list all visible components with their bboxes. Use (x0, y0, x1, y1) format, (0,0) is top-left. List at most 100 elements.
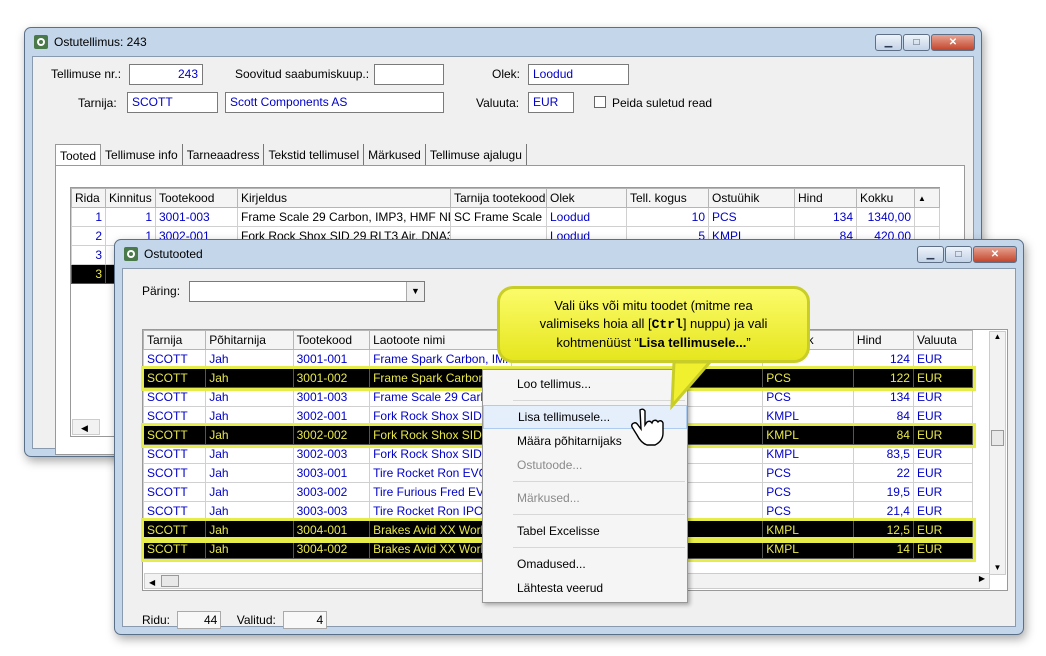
table-cell: PCS (762, 368, 854, 388)
table-cell: 3001-001 (292, 349, 371, 369)
tab-ajalugu[interactable]: Tellimuse ajalugu (426, 144, 527, 166)
instruction-callout: Vali üks või mitu toodet (mitme rea vali… (497, 286, 810, 363)
column-header[interactable]: Kirjeldus (237, 188, 451, 208)
table-cell: Frame Scale 29 Carbon, IMP3, HMF NE (237, 207, 451, 227)
table-cell: EUR (912, 482, 974, 502)
close-button[interactable]: ✕ (973, 246, 1017, 263)
column-header[interactable]: Kokku (856, 188, 915, 208)
column-header[interactable]: Tell. kogus (626, 188, 709, 208)
column-header[interactable]: Valuuta (912, 330, 974, 350)
column-header[interactable]: Tootekood (155, 188, 238, 208)
menu-excel-export[interactable]: Tabel Excelisse (483, 519, 687, 543)
table-cell: Jah (205, 520, 294, 540)
table-cell: SCOTT (142, 368, 207, 388)
table-cell: 3002-001 (292, 406, 371, 426)
maximize-button[interactable]: □ (945, 246, 972, 263)
supplier-name-field[interactable]: Scott Components AS (225, 92, 444, 113)
order-window-titlebar[interactable]: Ostutellimus: 243 ▁ □ ✕ (25, 28, 981, 56)
table-cell: KMPL (762, 425, 854, 445)
column-header[interactable]: Hind (852, 330, 914, 350)
callout-line-3a: kohtmenüüst “ (556, 335, 639, 350)
callout-pointer (670, 360, 714, 411)
hscroll-thumb[interactable] (161, 575, 179, 587)
table-cell: Jah (205, 539, 294, 559)
table-cell: 134 (794, 207, 857, 227)
column-header[interactable]: Põhitarnija (205, 330, 294, 350)
column-header[interactable]: Rida (71, 188, 106, 208)
column-header-scroll[interactable]: ▲ (914, 188, 940, 208)
app-icon (123, 246, 139, 262)
supplier-label: Tarnija: (78, 96, 117, 110)
products-window-titlebar[interactable]: Ostutooted ▁ □ ✕ (115, 240, 1023, 268)
table-cell: Loodud (546, 207, 627, 227)
column-header[interactable]: Laotoote nimi (369, 330, 513, 350)
order-lines-scroll-left[interactable]: ◀ (72, 419, 100, 435)
table-cell: EUR (912, 425, 974, 445)
table-cell: KMPL (762, 444, 854, 464)
table-cell: Jah (205, 349, 294, 369)
minimize-button[interactable]: ▁ (917, 246, 944, 263)
menu-purchase-product[interactable]: Ostutoode... (483, 453, 687, 477)
table-cell: SCOTT (142, 425, 207, 445)
column-header[interactable]: Kinnitus (105, 188, 156, 208)
products-vscroll[interactable]: ▲ ▼ (989, 331, 1006, 575)
state-field[interactable]: Loodud (528, 64, 629, 85)
tab-markused[interactable]: Märkused (364, 144, 426, 166)
order-lines-header: Rida Kinnitus Tootekood Kirjeldus Tarnija to… (71, 188, 940, 208)
table-cell: EUR (912, 520, 974, 540)
column-header[interactable]: Hind (794, 188, 857, 208)
menu-create-order[interactable]: Loo tellimus... (483, 372, 687, 396)
selected-label: Valitud: (236, 613, 276, 627)
column-header[interactable]: Tootekood (292, 330, 371, 350)
column-header[interactable]: Tarnija tootekood (450, 188, 547, 208)
table-row[interactable]: 1 1 3001-003 Frame Scale 29 Carbon, IMP3, H… (71, 207, 940, 227)
query-dropdown[interactable]: ▼ (189, 281, 425, 302)
menu-properties[interactable]: Omadused... (483, 552, 687, 576)
table-cell: Jah (205, 406, 294, 426)
currency-label: Valuuta: (476, 96, 520, 110)
order-no-field[interactable]: 243 (129, 64, 203, 85)
supplier-code-field[interactable]: SCOTT (127, 92, 218, 113)
table-cell: 3004-001 (292, 520, 371, 540)
app-icon (33, 34, 49, 50)
table-cell: 3 (71, 264, 106, 284)
arrival-date-field[interactable] (374, 64, 444, 85)
rows-label: Ridu: (142, 613, 171, 627)
table-cell: 10 (626, 207, 709, 227)
table-cell: 3001-003 (292, 387, 371, 407)
table-cell: 12,5 (852, 520, 914, 540)
table-cell: EUR (912, 539, 974, 559)
maximize-button[interactable]: □ (903, 34, 930, 51)
minimize-button[interactable]: ▁ (875, 34, 902, 51)
tab-tekstid[interactable]: Tekstid tellimusel (264, 144, 365, 166)
table-cell: EUR (912, 387, 974, 407)
hide-closed-checkbox[interactable] (594, 96, 606, 108)
table-cell: PCS (708, 207, 795, 227)
tab-tarneaadress[interactable]: Tarneaadress (183, 144, 265, 166)
menu-separator (513, 547, 685, 548)
hand-cursor-icon (631, 408, 664, 446)
tab-tellimuse-info[interactable]: Tellimuse info (101, 144, 183, 166)
hide-closed-label: Peida suletud read (612, 96, 713, 110)
table-cell: PCS (762, 387, 854, 407)
column-header[interactable]: Tarnija (142, 330, 207, 350)
menu-separator (513, 514, 685, 515)
column-header[interactable]: Olek (546, 188, 627, 208)
menu-notes[interactable]: Märkused... (483, 486, 687, 510)
vscroll-thumb[interactable] (991, 430, 1004, 446)
table-cell: SCOTT (142, 482, 207, 502)
column-header[interactable]: Ostuühik (708, 188, 795, 208)
table-cell: SCOTT (142, 387, 207, 407)
table-cell: EUR (912, 406, 974, 426)
tab-tooted[interactable]: Tooted (55, 144, 102, 166)
menu-separator (513, 481, 685, 482)
chevron-down-icon[interactable]: ▼ (406, 282, 424, 301)
callout-line-2a: valimiseks hoia all [ (539, 316, 652, 331)
table-cell: SCOTT (142, 349, 207, 369)
table-cell: 83,5 (852, 444, 914, 464)
currency-field[interactable]: EUR (528, 92, 574, 113)
close-button[interactable]: ✕ (931, 34, 975, 51)
table-cell: 3003-002 (292, 482, 371, 502)
state-label: Olek: (492, 67, 521, 81)
menu-reset-columns[interactable]: Lähtesta veerud (483, 576, 687, 600)
